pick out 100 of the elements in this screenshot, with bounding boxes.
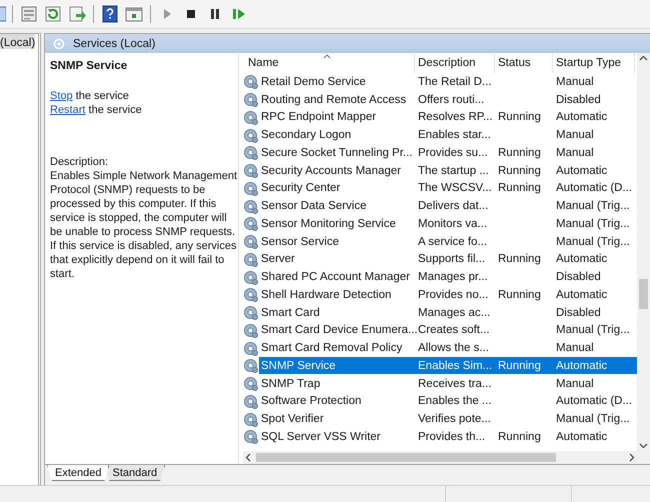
panel-title: Services (Local) [73, 38, 156, 50]
table-row[interactable]: Routing and Remote Access Offers routi... Disabled [259, 91, 637, 108]
table-row[interactable]: Security Center The WSCSV... Running Automatic (D... [259, 180, 637, 197]
description-cell-text: Offers routi... [417, 94, 486, 106]
table-row[interactable]: Server Supports fil... Running Automatic [259, 250, 637, 268]
description-cell-text: Enables the ... [417, 395, 493, 408]
description-cell-text: Provides no... [417, 288, 490, 301]
tree-item[interactable]: (Local) [0, 34, 36, 49]
name-cell-text: Smart Card Device Enumera... [260, 324, 415, 336]
name-cell-text: SNMP Service [260, 360, 337, 372]
status-cell-text: Running [497, 360, 542, 372]
name-cell-text: Routing and Remote Access [260, 94, 408, 106]
column-header[interactable]: Startup Type [553, 53, 635, 73]
action-text: the service [88, 104, 142, 116]
console-icon[interactable] [125, 5, 143, 23]
refresh-icon[interactable] [44, 5, 62, 23]
startup-cell-text: Manual [555, 76, 595, 88]
list-icon[interactable] [20, 5, 38, 23]
startup-cell-text: Automatic (D... [555, 395, 634, 408]
status-cell-text: Running [497, 164, 542, 177]
description-cell-text: Enables Sim... [417, 360, 494, 372]
status-cell-text: Running [497, 111, 542, 124]
startup-cell-text: Disabled [555, 94, 602, 106]
description-cell-text: Receives tra... [417, 378, 492, 390]
table-row[interactable]: Secure Socket Tunneling Pr... Provides su... Running Manual [259, 144, 637, 162]
name-cell-text: Spot Verifier [260, 413, 325, 426]
service-title: SNMP Service [50, 59, 128, 73]
startup-cell-text: Manual [555, 378, 595, 390]
name-cell-text: Smart Card Removal Policy [260, 342, 404, 354]
column-header[interactable]: Description [415, 53, 495, 73]
startup-cell-text: Disabled [555, 271, 602, 284]
name-cell-text: RPC Endpoint Mapper [260, 111, 378, 124]
startup-cell-text: Automatic [555, 253, 608, 266]
description-cell-text: The startup ... [417, 164, 490, 177]
table-row[interactable]: Secondary Logon Enables star... Manual [259, 126, 637, 144]
description-cell-text: Resolves RP... [417, 111, 494, 124]
startup-cell-text: Manual (Trig... [555, 218, 631, 230]
description-cell-text: Enables star... [417, 129, 492, 142]
name-cell-text: Security Center [260, 182, 342, 194]
startup-cell-text: Automatic [555, 111, 608, 124]
description-cell-text: Supports fil... [417, 253, 486, 266]
name-cell-text: Server [260, 253, 296, 266]
sort-icon [323, 53, 331, 59]
table-row[interactable]: Smart Card Manages ac... Disabled [259, 304, 637, 322]
startup-cell-text: Manual (Trig... [555, 324, 631, 336]
description-cell-text: A service fo... [417, 236, 488, 248]
startup-cell-text: Manual (Trig... [555, 236, 631, 248]
startup-cell-text: Manual (Trig... [555, 200, 631, 212]
window-icon[interactable] [0, 5, 6, 23]
startup-cell-text: Manual [555, 342, 595, 354]
column-header[interactable]: Status [495, 53, 553, 73]
table-row[interactable]: SQL Server VSS Writer Provides th... Running Automatic [259, 428, 637, 446]
table-row[interactable]: Software Protection Enables the ... Automatic (D... [259, 392, 637, 410]
table-row[interactable]: SNMP Service Enables Sim... Running Automatic [259, 357, 637, 374]
description-cell-text: Manages ac... [417, 306, 492, 319]
export-icon[interactable] [68, 5, 86, 23]
startup-cell-text: Manual [555, 129, 595, 142]
description-text: Enables Simple Network Management Protocol (SNMP) requests to be processed by this computer. If this service is stopped, the computer will be unable to process SNMP requests. If this service is disabled, any services that explicitly depend on it will fail to start. [50, 169, 238, 281]
scrollbar-thumb[interactable] [256, 453, 556, 462]
name-cell-text: Shared PC Account Manager [260, 271, 411, 284]
name-cell-text: Sensor Monitoring Service [260, 218, 397, 230]
table-row[interactable]: Shell Hardware Detection Provides no... Running Automatic [259, 286, 637, 304]
column-header[interactable]: Name [243, 53, 415, 73]
table-row[interactable]: RPC Endpoint Mapper Resolves RP... Running Automatic [259, 108, 637, 126]
startup-cell-text: Manual [555, 146, 595, 159]
table-row[interactable]: Sensor Service A service fo... Manual (Trig... [259, 233, 637, 250]
description-cell-text: Manages pr... [417, 271, 489, 284]
description-cell-text: Creates soft... [417, 324, 491, 336]
name-cell-text: Sensor Service [260, 236, 340, 248]
help-icon[interactable] [101, 5, 119, 23]
startup-cell-text: Automatic (D... [555, 182, 634, 194]
description-cell-text: Provides su... [417, 146, 489, 159]
table-row[interactable]: Sensor Monitoring Service Monitors va... Manual (Trig... [259, 215, 637, 232]
name-cell-text: SNMP Trap [260, 378, 322, 390]
status-cell-text: Running [497, 146, 542, 159]
table-row[interactable]: Shared PC Account Manager Manages pr... Disabled [259, 268, 637, 286]
name-cell-text: Software Protection [260, 395, 362, 408]
table-row[interactable]: Sensor Data Service Delivers dat... Manual (Trig... [259, 198, 637, 215]
table-row[interactable]: Security Accounts Manager The startup ... Running Automatic [259, 162, 637, 180]
table-row[interactable]: Smart Card Removal Policy Allows the s... Manual [259, 340, 637, 357]
name-cell-text: Secure Socket Tunneling Pr... [260, 146, 414, 159]
name-cell-text: Shell Hardware Detection [260, 288, 392, 301]
action-text: the service [76, 90, 129, 102]
description-cell-text: The Retail D... [417, 76, 492, 88]
table-row[interactable]: Retail Demo Service The Retail D... Manual [259, 73, 637, 90]
table-row[interactable]: Smart Card Device Enumera...Creates soft... Manual (Trig... [259, 322, 637, 339]
action-link[interactable]: Stop [50, 90, 73, 102]
scrollbar-thumb[interactable] [639, 279, 648, 309]
table-row[interactable]: Spot Verifier Verifies pote... Manual (Trig... [259, 410, 637, 428]
name-cell-text: Security Accounts Manager [260, 164, 402, 177]
status-cell-text: Running [497, 430, 542, 443]
action-link[interactable]: Restart [50, 104, 86, 116]
name-cell-text: Smart Card [260, 306, 321, 319]
status-cell-text: Running [497, 182, 542, 194]
startup-cell-text: Manual (Trig... [555, 413, 631, 426]
table-row[interactable]: SNMP Trap Receives tra... Manual [259, 375, 637, 392]
status-cell-text: Running [497, 288, 542, 301]
startup-cell-text: Automatic [555, 164, 608, 177]
view-tab[interactable]: Extended [47, 465, 110, 481]
description-cell-text: Delivers dat... [417, 200, 490, 212]
